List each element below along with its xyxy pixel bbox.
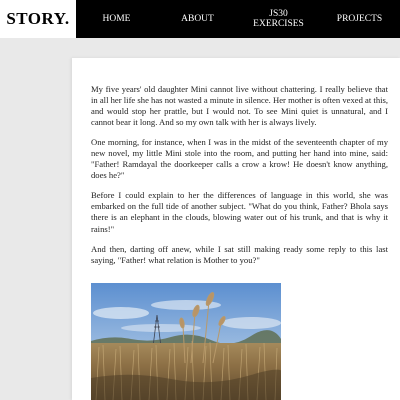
site-logo[interactable]: STORY. [0,0,76,38]
article-paragraph: One morning, for instance, when I was in… [91,137,388,181]
nav-about-link[interactable]: ABOUT [157,0,238,38]
nav-projects-link[interactable]: PROJECTS [319,0,400,38]
article-paragraph: Before I could explain to her the differ… [91,190,388,234]
article-paragraph: My five years' old daughter Mini cannot … [91,84,388,128]
nav-home-link[interactable]: HOME [76,0,157,38]
main-nav: HOME ABOUT JS30 EXERCISES PROJECTS [76,0,400,38]
article-photo-reeds-field [91,283,281,400]
nav-js30-exercises-link[interactable]: JS30 EXERCISES [238,0,319,38]
nav-js30-label-line1: JS30 [269,9,288,19]
top-navigation-bar: STORY. HOME ABOUT JS30 EXERCISES PROJECT… [0,0,400,38]
reeds-field-image [91,283,281,400]
article-paragraph: And then, darting off anew, while I sat … [91,243,388,265]
article-body: My five years' old daughter Mini cannot … [91,84,388,275]
nav-js30-label-line2: EXERCISES [253,19,304,29]
